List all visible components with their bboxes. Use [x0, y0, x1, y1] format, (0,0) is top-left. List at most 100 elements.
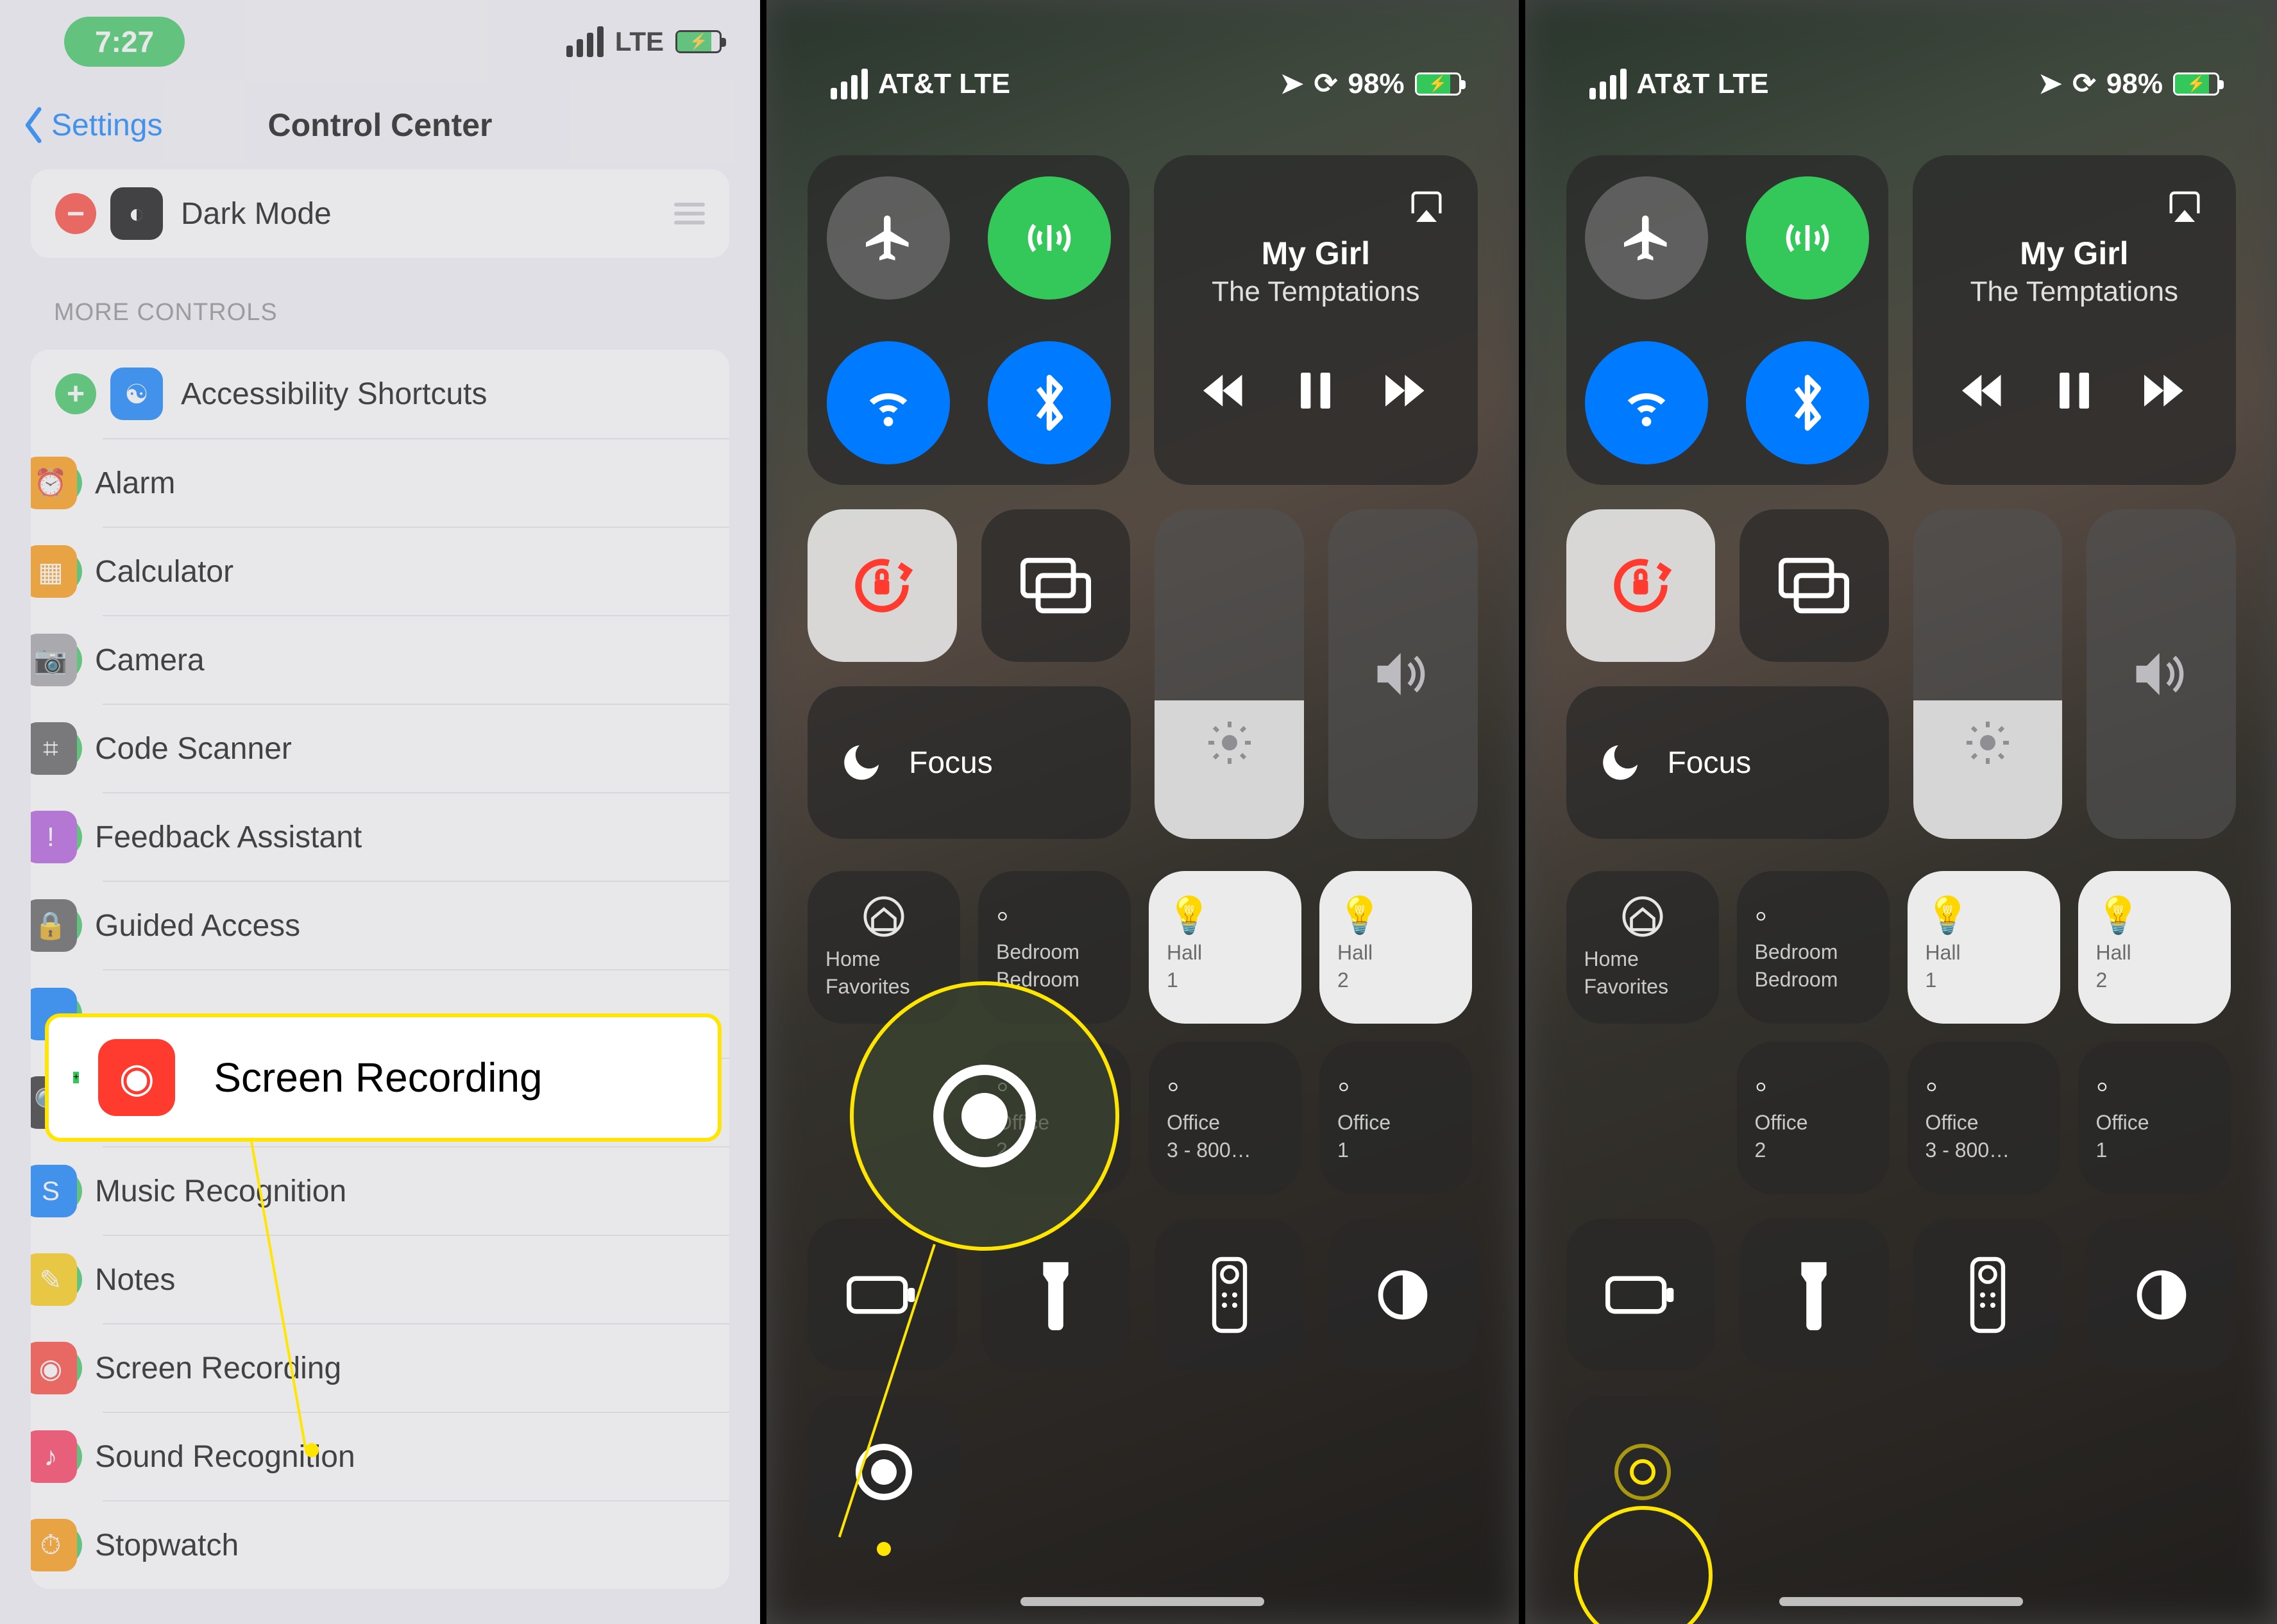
more-row-code-scanner[interactable]: +⌗Code Scanner — [103, 704, 729, 792]
airplay-icon[interactable] — [1406, 186, 1447, 227]
row-label: Music Recognition — [95, 1174, 710, 1209]
forward-button[interactable] — [1385, 375, 1428, 407]
pause-button[interactable] — [1301, 373, 1330, 409]
forward-button[interactable] — [2144, 375, 2187, 407]
rotation-lock-button[interactable] — [1566, 509, 1716, 662]
home-icon — [861, 894, 906, 939]
volume-slider[interactable] — [1328, 509, 1478, 839]
battery-icon — [847, 1274, 917, 1315]
media-title: My Girl — [1943, 235, 2205, 272]
more-row-sound-recognition[interactable]: +♪Sound Recognition — [103, 1412, 729, 1500]
brightness-slider[interactable] — [1155, 509, 1304, 839]
focus-button[interactable]: Focus — [808, 686, 1131, 839]
home-tile-office3[interactable]: ◦Office3 - 800… — [1908, 1042, 2060, 1194]
flashlight-icon — [1038, 1260, 1074, 1330]
home-indicator[interactable] — [1020, 1597, 1264, 1606]
low-power-mode-button[interactable] — [1566, 1219, 1716, 1371]
home-tile-office2[interactable]: ◦Office2 — [1737, 1042, 1890, 1194]
wifi-button[interactable] — [1585, 341, 1708, 464]
moon-icon — [1597, 740, 1643, 786]
recording-time-pill[interactable]: 7:27 — [64, 17, 185, 67]
more-row-alarm[interactable]: +⏰Alarm — [103, 438, 729, 527]
wifi-button[interactable] — [827, 341, 950, 464]
home-header-sub: Favorites — [1584, 976, 1669, 998]
add-button[interactable]: + — [73, 1072, 79, 1083]
rewind-button[interactable] — [1203, 375, 1246, 407]
more-row-calculator[interactable]: +▦Calculator — [103, 527, 729, 615]
home-tile-bedroom[interactable]: ◦BedroomBedroom — [1737, 871, 1890, 1024]
tile-line2: 2 — [2096, 969, 2108, 992]
screen-recording-callout: + ◉ Screen Recording — [45, 1013, 722, 1142]
screen-mirroring-button[interactable] — [981, 509, 1131, 662]
rotation-lock-icon — [1605, 550, 1676, 621]
connectivity-card[interactable] — [808, 155, 1130, 485]
lightbulb-icon: ◦ — [996, 894, 1009, 936]
dark-mode-button[interactable] — [1328, 1219, 1478, 1371]
lightbulb-icon: 💡 — [2096, 894, 2141, 936]
home-tile-office1[interactable]: ◦Office1 — [2078, 1042, 2231, 1194]
brightness-slider[interactable] — [1913, 509, 2063, 839]
pause-button[interactable] — [2060, 373, 2089, 409]
record-icon — [856, 1444, 912, 1500]
screen-recording-button-active[interactable] — [1566, 1396, 1719, 1548]
home-tile-office1[interactable]: ◦Office1 — [1319, 1042, 1472, 1194]
included-row-dark-mode[interactable]: − ◐ Dark Mode — [31, 169, 729, 258]
tile-line1: Office — [2096, 1112, 2149, 1134]
reorder-handle-icon[interactable] — [669, 203, 710, 224]
apple-tv-remote-button[interactable] — [1155, 1219, 1304, 1371]
low-power-mode-button[interactable] — [808, 1219, 957, 1371]
cellular-data-button[interactable] — [1746, 176, 1869, 300]
back-label: Settings — [51, 108, 162, 143]
lightbulb-icon: 💡 — [1167, 894, 1212, 936]
more-row-stopwatch[interactable]: +⏱Stopwatch — [103, 1500, 729, 1589]
bluetooth-button[interactable] — [988, 341, 1111, 464]
airplane-mode-button[interactable] — [827, 176, 950, 300]
more-row-camera[interactable]: +📷Camera — [103, 615, 729, 704]
bluetooth-button[interactable] — [1746, 341, 1869, 464]
code-scanner-icon: ⌗ — [31, 722, 77, 775]
page-title: Control Center — [268, 106, 493, 144]
rewind-button[interactable] — [1962, 375, 2004, 407]
more-row-music-recognition[interactable]: +SMusic Recognition — [103, 1146, 729, 1235]
rotation-lock-button[interactable] — [808, 509, 957, 662]
speaker-icon — [1373, 648, 1432, 700]
now-playing-card[interactable]: My Girl The Temptations — [1154, 155, 1477, 485]
connectivity-card[interactable] — [1566, 155, 1888, 485]
more-row-notes[interactable]: +✎Notes — [103, 1235, 729, 1323]
focus-label: Focus — [909, 745, 993, 781]
rotation-lock-status-icon: ⟳ — [2072, 67, 2096, 100]
airplane-mode-button[interactable] — [1585, 176, 1708, 300]
home-tile-office3[interactable]: ◦Office3 - 800… — [1149, 1042, 1301, 1194]
dark-mode-button[interactable] — [2087, 1219, 2236, 1371]
lightbulb-icon: ◦ — [1337, 1065, 1350, 1106]
lightbulb-icon: ◦ — [1755, 894, 1768, 936]
rotation-lock-status-icon: ⟳ — [1314, 67, 1338, 100]
cellular-data-button[interactable] — [988, 176, 1111, 300]
more-row-screen-recording[interactable]: +◉Screen Recording — [103, 1323, 729, 1412]
home-indicator[interactable] — [1779, 1597, 2023, 1606]
apple-tv-remote-button[interactable] — [1913, 1219, 2063, 1371]
status-bar: AT&T LTE ➤ ⟳ 98% ⚡ — [1525, 0, 2277, 109]
more-row-guided-access[interactable]: +🔒Guided Access — [103, 881, 729, 969]
home-tile-hall2[interactable]: 💡Hall2 — [2078, 871, 2231, 1024]
focus-button[interactable]: Focus — [1566, 686, 1890, 839]
now-playing-card[interactable]: My Girl The Temptations — [1913, 155, 2236, 485]
more-row-accessibility-shortcuts[interactable]: +☯Accessibility Shortcuts — [31, 350, 729, 438]
screen-recording-button[interactable] — [808, 1396, 960, 1548]
add-button[interactable]: + — [55, 373, 96, 414]
more-row-feedback-assistant[interactable]: +!Feedback Assistant — [103, 792, 729, 881]
callout-target-dot — [305, 1443, 319, 1457]
home-tile-hall2[interactable]: 💡Hall2 — [1319, 871, 1472, 1024]
back-button[interactable]: Settings — [23, 107, 162, 143]
callout-target-dot — [877, 1542, 891, 1556]
tile-line1: Office — [1926, 1112, 1979, 1134]
home-favorites-button[interactable]: Home Favorites — [1566, 871, 1719, 1024]
flashlight-button[interactable] — [1739, 1219, 1889, 1371]
screen-mirroring-button[interactable] — [1739, 509, 1889, 662]
speaker-icon — [2132, 648, 2191, 700]
remove-button[interactable]: − — [55, 193, 96, 234]
home-tile-hall1[interactable]: 💡Hall1 — [1908, 871, 2060, 1024]
home-tile-hall1[interactable]: 💡Hall1 — [1149, 871, 1301, 1024]
airplay-icon[interactable] — [2164, 186, 2205, 227]
volume-slider[interactable] — [2087, 509, 2236, 839]
